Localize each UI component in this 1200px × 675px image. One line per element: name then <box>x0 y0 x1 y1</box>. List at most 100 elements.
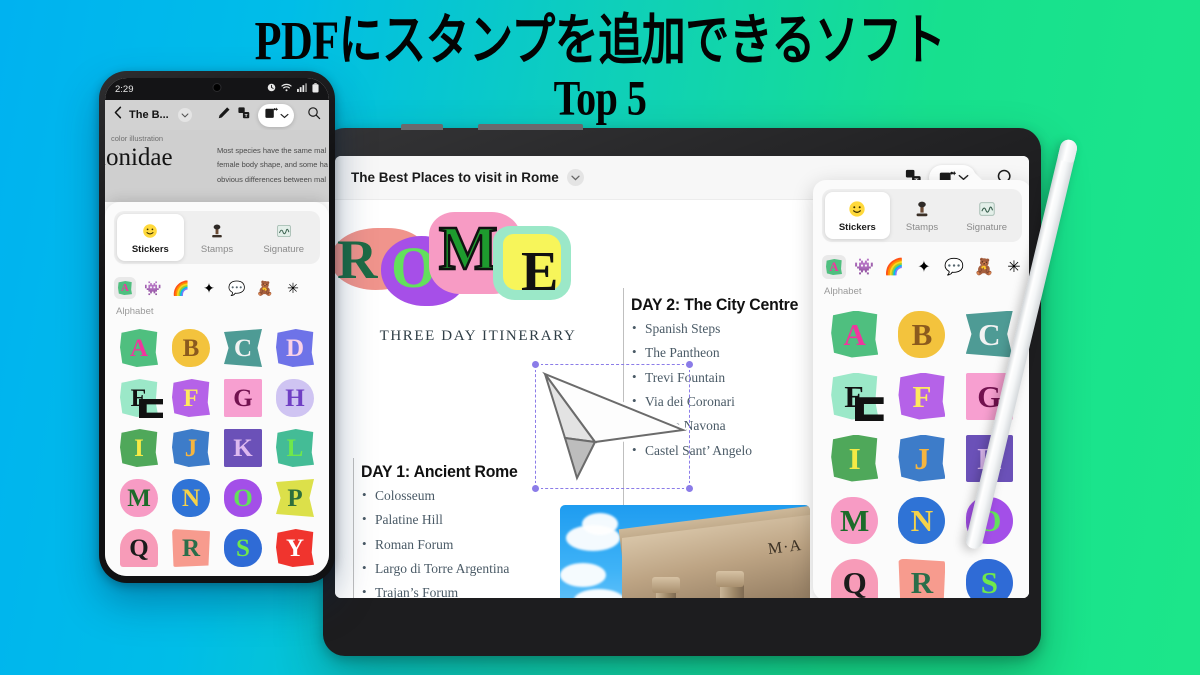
tab-stickers-label: Stickers <box>838 222 876 233</box>
sticker-k[interactable]: K <box>217 423 269 473</box>
sticker-s[interactable]: S <box>956 551 1023 598</box>
alphabet-category-icon[interactable]: A <box>114 277 136 299</box>
sticker-o[interactable]: O <box>217 473 269 523</box>
tab-stickers[interactable]: Stickers <box>825 192 890 239</box>
tab-stamps[interactable]: Stamps <box>890 192 955 239</box>
sticker-letter: J <box>184 434 198 462</box>
monster-category-icon[interactable]: 👾 <box>852 255 876 279</box>
sticker-i[interactable]: I <box>821 427 888 489</box>
tab-signature[interactable]: Signature <box>954 192 1019 239</box>
sticker-letter: C <box>978 316 1001 352</box>
tab-stickers-label: Stickers <box>131 244 169 255</box>
sticker-letter: M <box>127 484 151 512</box>
alphabet-category-icon[interactable]: A <box>822 255 846 279</box>
tab-signature[interactable]: Signature <box>250 214 317 261</box>
phone-doc-caption: color illustration <box>111 134 164 143</box>
phone-sticker-panel: Stickers Stamps Signature A 👾 🌈 ✦ 💬 🧸 ✳ Alphab… <box>105 202 329 576</box>
sticker-n[interactable]: N <box>165 473 217 523</box>
stamp-icon <box>186 220 249 241</box>
tab-stamps[interactable]: Stamps <box>184 214 251 261</box>
sticker-h[interactable]: H <box>269 373 321 423</box>
tab-signature-label: Signature <box>263 244 305 255</box>
phone-screen: 2:29 The B... T color illustration ionid… <box>105 78 329 576</box>
speech-bubble-category-icon[interactable]: 💬 <box>226 277 248 299</box>
tab-stickers[interactable]: Stickers <box>117 214 184 261</box>
sticker-c[interactable]: C <box>217 323 269 373</box>
sticker-n[interactable]: N <box>888 489 955 551</box>
sticker-selection-box[interactable] <box>530 359 695 494</box>
sticker-r[interactable]: R <box>165 523 217 573</box>
rome-letter-r: R <box>337 229 378 291</box>
phone-doc-paragraph-line: female body shape, and some ha <box>217 160 328 170</box>
sticker-g[interactable]: G <box>217 373 269 423</box>
sticker-i[interactable]: I <box>113 423 165 473</box>
battery-icon <box>312 82 319 96</box>
sparkle-category-icon[interactable]: ✦ <box>912 255 936 279</box>
image-to-text-icon[interactable]: T <box>237 106 251 125</box>
pantheon-photo[interactable]: M·A <box>560 505 810 598</box>
sticker-a[interactable]: A <box>821 303 888 365</box>
gingerbread-category-icon[interactable]: 🧸 <box>254 277 276 299</box>
sticker-p[interactable]: P <box>269 473 321 523</box>
phone-document-preview[interactable]: color illustration ionidae Most species … <box>105 130 329 202</box>
sticker-e[interactable]: E <box>821 365 888 427</box>
sticker-letter: K <box>233 434 253 462</box>
list-item[interactable]: Colosseum <box>361 488 621 504</box>
cloud-category-icon[interactable]: 🌈 <box>882 255 906 279</box>
add-sticker-button[interactable] <box>258 103 294 127</box>
sticker-letter: R <box>910 564 934 598</box>
sticker-a[interactable]: A <box>113 323 165 373</box>
sticker-s[interactable]: S <box>217 523 269 573</box>
sticker-letter: O <box>233 484 253 512</box>
sticker-q[interactable]: Q <box>113 523 165 573</box>
search-icon[interactable] <box>307 106 321 125</box>
sticker-letter: S <box>236 534 250 562</box>
chevron-down-icon[interactable] <box>177 108 192 122</box>
sticker-b[interactable]: B <box>888 303 955 365</box>
phone-group-label: Alphabet <box>116 306 154 317</box>
sticker-j[interactable]: J <box>165 423 217 473</box>
resize-handle-bottom-left[interactable] <box>530 483 541 494</box>
sticker-q[interactable]: Q <box>821 551 888 598</box>
sticker-f[interactable]: F <box>888 365 955 427</box>
tab-signature-label: Signature <box>966 222 1008 233</box>
rome-wordart: R O M E <box>335 206 603 324</box>
sticker-j[interactable]: J <box>888 427 955 489</box>
sticker-letter: B <box>182 334 200 362</box>
sticker-f[interactable]: F <box>165 373 217 423</box>
pen-icon[interactable] <box>217 106 231 125</box>
confetti-category-icon[interactable]: ✳ <box>282 277 304 299</box>
gingerbread-category-icon[interactable]: 🧸 <box>972 255 996 279</box>
phone-sticker-grid: A B C D EF G H I J K L M N O P Q R S Y <box>105 321 329 576</box>
chevron-down-icon[interactable] <box>566 169 584 186</box>
resize-handle-bottom-right[interactable] <box>684 483 695 494</box>
tablet-device: The Best Places to visit in Rome T <box>323 124 1041 656</box>
sticker-d[interactable]: D <box>269 323 321 373</box>
sticker-r[interactable]: R <box>888 551 955 598</box>
resize-handle-top-left[interactable] <box>530 359 541 370</box>
wifi-icon <box>281 83 292 95</box>
sticker-b[interactable]: B <box>165 323 217 373</box>
phone-document-title: The B... <box>129 109 169 121</box>
rome-letter-e: E <box>521 241 559 303</box>
tablet-volume-button[interactable] <box>401 124 443 130</box>
sticker-letter: L <box>286 434 304 462</box>
speech-bubble-category-icon[interactable]: 💬 <box>942 255 966 279</box>
sticker-e[interactable]: E <box>113 373 165 423</box>
sticker-l[interactable]: L <box>269 423 321 473</box>
photo-column-capital <box>716 571 744 587</box>
phone-status-icons <box>267 82 319 96</box>
sticker-m[interactable]: M <box>113 473 165 523</box>
panel-tabs: Stickers Stamps Signature <box>114 211 320 264</box>
chevron-down-icon <box>280 106 289 124</box>
tablet-power-button[interactable] <box>478 124 583 130</box>
resize-handle-top-right[interactable] <box>684 359 695 370</box>
confetti-category-icon[interactable]: ✳ <box>1002 255 1026 279</box>
sticker-y[interactable]: Y <box>269 523 321 573</box>
sticker-m[interactable]: M <box>821 489 888 551</box>
back-chevron-icon[interactable] <box>113 106 123 124</box>
sparkle-category-icon[interactable]: ✦ <box>198 277 220 299</box>
cloud-category-icon[interactable]: 🌈 <box>170 277 192 299</box>
monster-category-icon[interactable]: 👾 <box>142 277 164 299</box>
phone-status-time: 2:29 <box>115 83 134 95</box>
